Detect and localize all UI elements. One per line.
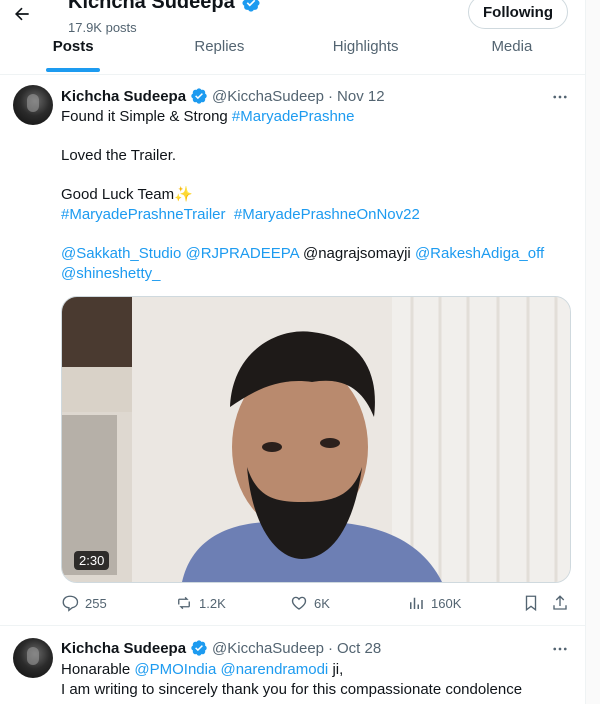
back-button[interactable] xyxy=(10,2,34,26)
author-handle[interactable]: @KicchaSudeep xyxy=(212,640,324,657)
mention-link[interactable]: @shineshetty_ xyxy=(61,265,160,282)
repost-count: 1.2K xyxy=(199,595,226,611)
timeline-column: Kichcha Sudeepa 17.9K posts Following Po… xyxy=(0,0,586,704)
text-line: Honarable xyxy=(61,661,135,678)
like-count: 6K xyxy=(314,595,330,611)
mention-link[interactable]: @RakeshAdiga_off xyxy=(415,245,544,262)
mention-text: @nagrajsomayji xyxy=(302,245,411,263)
share-icon xyxy=(553,595,567,610)
following-button[interactable]: Following xyxy=(468,0,568,29)
heart-icon xyxy=(291,596,307,610)
hashtag-link[interactable]: #MaryadePrashneOnNov22 xyxy=(234,206,420,223)
text-line: Good Luck Team xyxy=(61,186,175,204)
tab-posts[interactable]: Posts xyxy=(0,32,146,74)
reply-count: 255 xyxy=(85,595,107,611)
reply-button[interactable]: 255 xyxy=(61,594,107,612)
video-thumbnail xyxy=(62,297,570,582)
tab-media[interactable]: Media xyxy=(439,32,585,74)
like-button[interactable]: 6K xyxy=(290,594,330,612)
author-name[interactable]: Kichcha Sudeepa xyxy=(61,88,186,105)
profile-name: Kichcha Sudeepa xyxy=(68,0,261,14)
verified-badge-icon xyxy=(191,88,207,104)
more-icon xyxy=(553,95,567,99)
verified-badge-icon xyxy=(242,0,260,12)
text-line: Loved the Trailer. xyxy=(61,147,177,165)
video-player[interactable]: 2:30 xyxy=(61,296,571,583)
post-actions: 255 1.2K 6K 160K xyxy=(61,594,571,616)
more-options-button[interactable] xyxy=(548,87,572,107)
tab-label: Replies xyxy=(194,38,245,55)
hashtag-link[interactable]: #MaryadePrashne xyxy=(232,108,355,125)
repost-button[interactable]: 1.2K xyxy=(175,594,226,612)
mention-link[interactable]: @RJPRADEEPA xyxy=(185,245,298,262)
tab-label: Media xyxy=(491,38,533,55)
text-line: I am writing to sincerely thank you for … xyxy=(61,680,523,698)
mention-link[interactable]: @PMOIndia xyxy=(134,661,216,678)
avatar[interactable] xyxy=(13,85,53,125)
tab-label: Posts xyxy=(52,38,94,55)
bookmark-button[interactable] xyxy=(522,594,540,612)
tab-label: Highlights xyxy=(332,38,399,55)
verified-badge-icon xyxy=(191,640,207,656)
author-name[interactable]: Kichcha Sudeepa xyxy=(61,640,186,657)
separator: · xyxy=(328,639,334,657)
post[interactable]: Kichcha Sudeepa @KicchaSudeep · Nov 12 F… xyxy=(0,75,585,626)
tab-replies[interactable]: Replies xyxy=(146,32,292,74)
views-button[interactable]: 160K xyxy=(407,594,461,612)
share-button[interactable] xyxy=(551,594,569,612)
arrow-left-icon xyxy=(15,7,29,21)
post-text: Honarable @PMOIndia @narendramodi ji, I … xyxy=(61,660,571,699)
text-line: ji, xyxy=(328,661,344,678)
profile-tabs: Posts Replies Highlights Media xyxy=(0,32,585,74)
more-options-button[interactable] xyxy=(548,639,572,659)
hashtag-link[interactable]: #MaryadePrashneTrailer xyxy=(61,206,226,223)
text-line: Found it Simple & Strong xyxy=(61,108,232,125)
author-handle[interactable]: @KicchaSudeep xyxy=(212,88,324,105)
avatar[interactable] xyxy=(13,638,53,678)
post-date[interactable]: Nov 12 xyxy=(337,88,385,105)
views-count: 160K xyxy=(431,595,462,611)
profile-header: Kichcha Sudeepa 17.9K posts Following Po… xyxy=(0,0,585,75)
post-text: Found it Simple & Strong #MaryadePrashne… xyxy=(61,107,571,283)
post[interactable]: Kichcha Sudeepa @KicchaSudeep · Oct 28 H… xyxy=(0,626,585,704)
active-tab-indicator xyxy=(46,68,101,72)
analytics-icon xyxy=(410,597,423,609)
bookmark-icon xyxy=(525,595,537,612)
repost-icon xyxy=(178,596,190,610)
mention-link[interactable]: @Sakkath_Studio xyxy=(61,245,181,262)
post-meta: Kichcha Sudeepa @KicchaSudeep · Nov 12 xyxy=(61,87,385,105)
reply-icon xyxy=(62,595,79,612)
separator: · xyxy=(328,87,334,105)
post-meta: Kichcha Sudeepa @KicchaSudeep · Oct 28 xyxy=(61,639,381,657)
mention-link[interactable]: @narendramodi xyxy=(220,661,328,678)
video-duration-badge: 2:30 xyxy=(74,551,110,570)
profile-name-text: Kichcha Sudeepa xyxy=(68,0,235,13)
tab-highlights[interactable]: Highlights xyxy=(293,32,439,74)
sparkles-emoji: ✨ xyxy=(174,186,193,204)
post-date[interactable]: Oct 28 xyxy=(337,640,381,657)
more-icon xyxy=(553,647,567,651)
scrollbar[interactable] xyxy=(586,0,600,704)
